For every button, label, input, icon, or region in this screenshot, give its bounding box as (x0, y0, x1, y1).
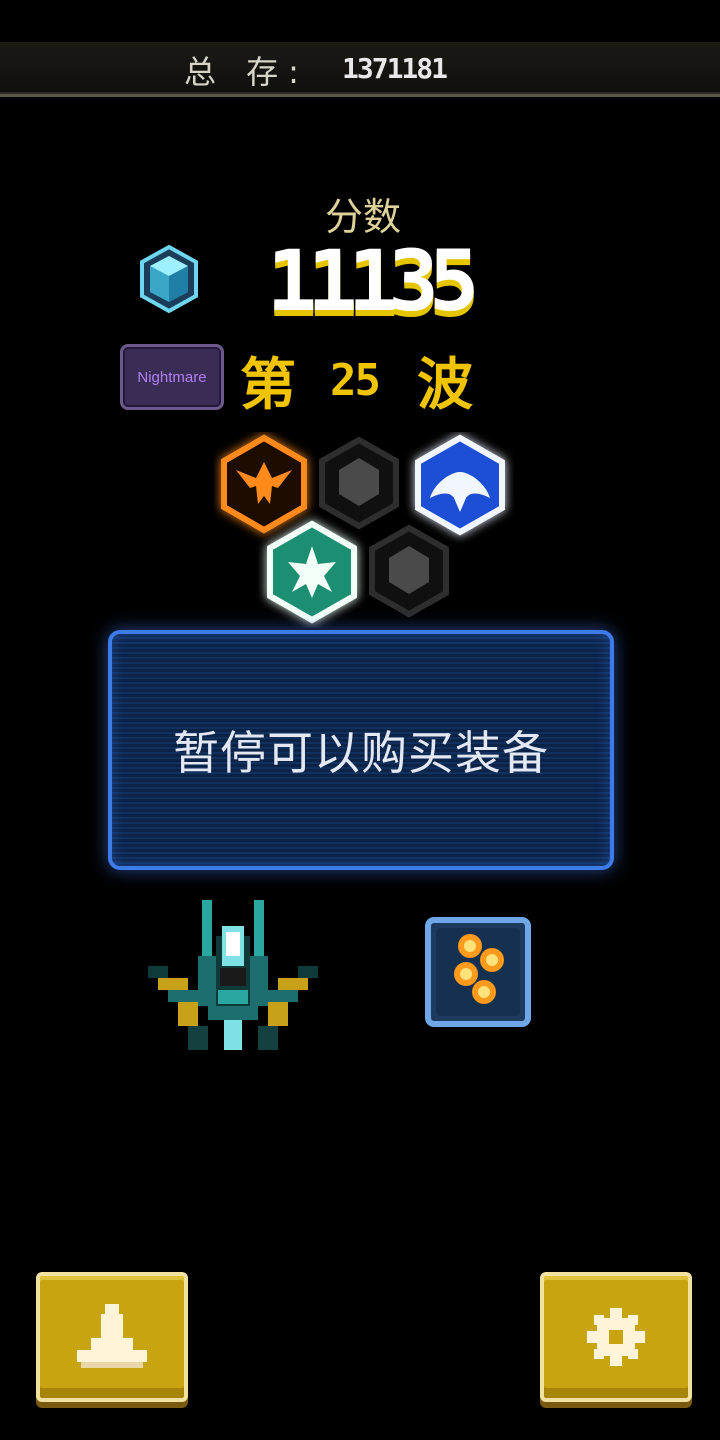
player-ship-icon (148, 900, 318, 1050)
pause-hint-panel: 暂停可以购买装备 (108, 630, 614, 870)
score-value: 11135 (266, 232, 480, 330)
settings-button[interactable] (540, 1272, 692, 1402)
gear-icon (587, 1308, 645, 1366)
wave-prefix: 第 (240, 352, 296, 418)
difficulty-label: Nightmare (137, 368, 207, 386)
fireball-powerup-icon[interactable] (424, 916, 532, 1028)
wave-number: 25 (330, 354, 381, 406)
ship-icon (77, 1304, 147, 1368)
locked-slot-icon (319, 436, 399, 530)
total-savings-bar: 总 存: 1371181 (0, 42, 720, 97)
wave-indicator: 第 25 波 (240, 345, 473, 418)
difficulty-badge: Nightmare (120, 344, 224, 410)
total-savings-value: 1371181 (342, 52, 448, 85)
manta-emblem-icon (415, 434, 505, 536)
game-screen: 总 存: 1371181 分数 11135 Nightmare 第 25 波 暂… (0, 0, 720, 1440)
phoenix-emblem-icon (221, 434, 307, 534)
ship-star-emblem-icon (267, 520, 357, 624)
emblem-cluster (221, 434, 505, 624)
gem-icon (140, 244, 198, 314)
wave-suffix: 波 (416, 352, 473, 418)
hangar-button[interactable] (36, 1272, 188, 1402)
pause-hint-message: 暂停可以购买装备 (173, 726, 549, 780)
total-savings-label: 总 存: (184, 53, 309, 91)
locked-slot-icon (369, 524, 449, 618)
